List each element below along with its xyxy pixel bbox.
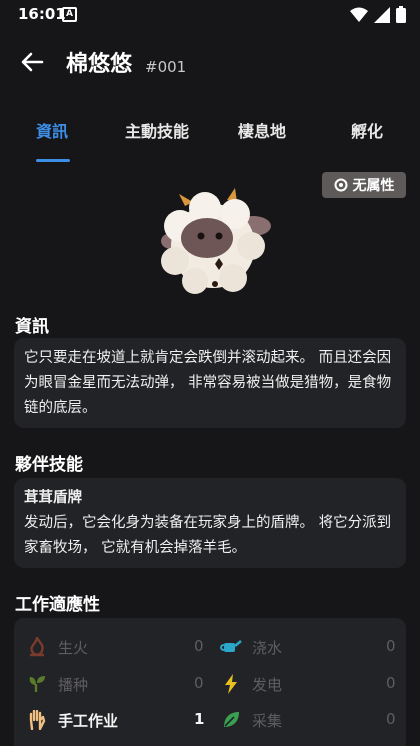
work-item-watering: 浇水: [220, 632, 282, 662]
hand-icon: [26, 709, 48, 731]
top-app-bar: 棉悠悠 #001: [0, 36, 420, 88]
info-heading: 資訊: [15, 317, 49, 337]
info-text: 它只要走在坡道上就肯定会跌倒并滚动起来。 而且还会因为眼冒金星而无法动弹， 非常…: [24, 350, 392, 416]
info-card: 它只要走在坡道上就肯定会跌倒并滚动起来。 而且还会因为眼冒金星而无法动弹， 非常…: [14, 338, 406, 428]
pal-image: [161, 188, 271, 294]
pal-number: #001: [145, 58, 187, 76]
work-item-planting: 播种: [26, 669, 88, 699]
work-item-handiwork: 手工作业: [26, 705, 118, 735]
battery-icon: [396, 6, 406, 23]
element-badge: 无属性: [322, 172, 406, 198]
wifi-icon: [350, 7, 368, 22]
work-item-value: 0: [194, 674, 204, 692]
work-item-value: 0: [386, 710, 396, 728]
status-a-icon: A: [62, 7, 77, 22]
lightning-icon: [220, 673, 242, 695]
back-arrow-icon[interactable]: [18, 48, 46, 76]
tab-active-skills[interactable]: 主動技能: [125, 118, 189, 142]
work-item-value: 0: [386, 674, 396, 692]
work-item-generating-electricity: 发电: [220, 669, 282, 699]
element-badge-label: 无属性: [352, 178, 395, 194]
status-bar: 16:01 A: [0, 0, 420, 28]
partner-skill-text: 发动后，它会化身为装备在玩家身上的盾牌。 将它分派到家畜牧场， 它就有机会掉落羊…: [24, 515, 392, 556]
fire-icon: [26, 636, 48, 658]
status-time: 16:01: [18, 5, 66, 23]
work-item-label: 手工作业: [58, 711, 119, 730]
work-item-gathering: 采集: [220, 705, 282, 735]
work-item-value: 0: [194, 637, 204, 655]
status-icons: [350, 6, 406, 23]
page-title: 棉悠悠: [66, 52, 133, 77]
work-item-value: 0: [386, 637, 396, 655]
partner-skill-card: 茸茸盾牌 发动后，它会化身为装备在玩家身上的盾牌。 将它分派到家畜牧场， 它就有…: [14, 478, 406, 568]
work-item-label: 播种: [58, 675, 89, 694]
partner-skill-name: 茸茸盾牌: [24, 490, 82, 506]
tab-bar: 資訊 主動技能 棲息地 孵化: [0, 112, 420, 164]
tab-indicator: [36, 159, 70, 162]
work-item-kindling: 生火: [26, 632, 88, 662]
partner-skill-heading: 夥伴技能: [15, 455, 83, 475]
signal-icon: [374, 6, 390, 23]
work-item-label: 浇水: [252, 638, 283, 657]
neutral-element-icon: [334, 178, 347, 192]
sprout-icon: [26, 673, 48, 695]
tab-breeding[interactable]: 孵化: [351, 118, 383, 142]
tab-info[interactable]: 資訊: [36, 118, 68, 142]
work-item-value: 1: [194, 710, 205, 728]
leaf-icon: [220, 709, 242, 731]
work-item-label: 生火: [58, 638, 89, 657]
tab-habitat[interactable]: 棲息地: [238, 118, 286, 142]
work-suitability-card: 生火 0 浇水 0 播种 0 发电 0 手工作业 1 采集 0: [14, 618, 406, 746]
work-item-label: 采集: [252, 711, 283, 730]
watering-can-icon: [220, 636, 242, 658]
work-item-label: 发电: [252, 675, 283, 694]
work-suitability-heading: 工作適應性: [15, 595, 100, 615]
